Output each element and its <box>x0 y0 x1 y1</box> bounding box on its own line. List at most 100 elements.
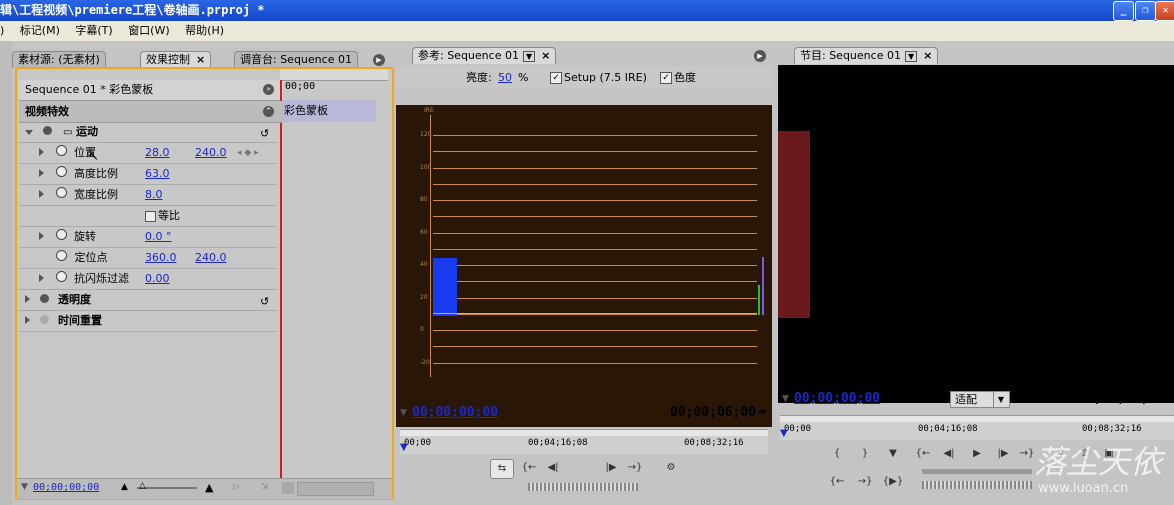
param-row-rotation[interactable]: 旋转 0.0 ° <box>19 227 277 248</box>
scrollbar-left[interactable] <box>282 482 294 494</box>
menu-help[interactable]: 帮助(H) <box>185 24 224 37</box>
minimize-button[interactable]: _ <box>1113 1 1134 21</box>
stopwatch-icon[interactable] <box>55 145 67 156</box>
step-forward-button[interactable]: |▶ <box>600 459 622 477</box>
expand-icon[interactable] <box>39 169 44 177</box>
step-back-button[interactable]: ◀| <box>938 445 960 463</box>
program-current-time[interactable]: 00;00;00;00 <box>794 391 880 406</box>
chroma-checkbox[interactable]: ✓ <box>660 72 672 84</box>
expand-icon[interactable] <box>39 274 44 282</box>
param-row-width-scale[interactable]: 宽度比例 8.0 <box>19 185 277 206</box>
reset-icon[interactable]: ↺ <box>260 292 269 312</box>
param-row-uniform-scale[interactable]: 等比 <box>19 206 277 227</box>
close-icon[interactable]: × <box>196 53 205 66</box>
fit-select[interactable]: 适配 ▼ <box>950 391 1010 408</box>
expand-icon[interactable] <box>39 232 44 240</box>
height-scale-value[interactable]: 63.0 <box>145 164 170 184</box>
scrollbar-track[interactable] <box>297 482 374 496</box>
work-area-bar[interactable] <box>780 416 1174 422</box>
anchor-y-value[interactable]: 240.0 <box>195 248 227 268</box>
go-to-in-button[interactable]: {← <box>518 459 540 477</box>
anchor-x-value[interactable]: 360.0 <box>145 248 177 268</box>
tab-program[interactable]: 节目: Sequence 01 ▼ × <box>794 47 939 64</box>
stopwatch-icon[interactable] <box>55 229 67 240</box>
panel-menu-icon[interactable]: ▶ <box>754 50 766 62</box>
dropdown-icon[interactable]: ▼ <box>904 51 918 62</box>
restore-button[interactable]: ❐ <box>1135 1 1156 21</box>
gang-sync-button[interactable]: ⇆ <box>490 459 514 479</box>
expand-icon[interactable]: ◂▸ <box>758 407 767 417</box>
stopwatch-icon[interactable] <box>55 271 67 282</box>
collapse-icon[interactable]: ^ <box>263 106 274 117</box>
param-row-anchor[interactable]: 定位点 360.0 240.0 <box>19 248 277 269</box>
reset-icon[interactable]: ↺ <box>260 124 269 144</box>
menu-window[interactable]: 窗口(W) <box>128 24 169 37</box>
play-audio-icon[interactable]: ▷ <box>233 482 240 492</box>
expand-icon[interactable] <box>39 190 44 198</box>
param-row-height-scale[interactable]: 高度比例 63.0 <box>19 164 277 185</box>
go-to-in-button[interactable]: {← <box>912 445 934 463</box>
panel-menu-icon[interactable]: ▶ <box>373 54 385 66</box>
output-settings-icon[interactable]: ⚙ <box>660 459 682 477</box>
zoom-slider-handle[interactable]: △ <box>139 481 146 491</box>
playhead-icon[interactable]: ▼ <box>780 428 788 439</box>
brightness-value[interactable]: 50 <box>498 67 512 89</box>
export-icon[interactable]: ⇲ <box>261 482 269 492</box>
fx-toggle-icon[interactable] <box>39 294 49 303</box>
menu-title[interactable]: 字幕(T) <box>75 24 112 37</box>
chevron-down-icon[interactable]: ▼ <box>993 392 1008 407</box>
fx-toggle-icon[interactable] <box>42 126 52 135</box>
expand-icon[interactable] <box>39 148 44 156</box>
jog-shuttle[interactable] <box>528 483 638 491</box>
play-in-to-out-button[interactable]: {▶} <box>882 473 904 491</box>
motion-row[interactable]: ▭ 运动 ↺ <box>19 122 277 143</box>
stopwatch-icon[interactable] <box>56 250 67 261</box>
current-time[interactable]: 00;00;00;00 <box>33 482 99 493</box>
stopwatch-icon[interactable] <box>55 187 67 198</box>
set-marker-button[interactable]: ▼ <box>882 445 904 463</box>
timeline-ruler[interactable] <box>280 69 388 81</box>
setup-checkbox[interactable]: ✓ <box>550 72 562 84</box>
close-icon[interactable]: × <box>923 49 932 62</box>
step-forward-button[interactable]: |▶ <box>992 445 1014 463</box>
jog-shuttle[interactable] <box>922 481 1032 489</box>
zoom-out-icon[interactable]: ▲ <box>121 482 128 492</box>
mark-out-button[interactable]: } <box>854 445 876 463</box>
zoom-slider[interactable] <box>137 487 197 489</box>
reference-current-time[interactable]: 00;00;00;00 <box>412 405 498 420</box>
tab-audio-mixer[interactable]: 调音台: Sequence 01 <box>234 51 358 68</box>
position-y-value[interactable]: 240.0 <box>195 143 227 163</box>
tab-effect-controls[interactable]: 效果控制 × <box>140 51 212 68</box>
expand-icon[interactable] <box>25 295 30 303</box>
stopwatch-icon[interactable] <box>55 166 67 177</box>
width-scale-value[interactable]: 8.0 <box>145 185 163 205</box>
expand-icon[interactable] <box>25 316 30 324</box>
antiflicker-value[interactable]: 0.00 <box>145 269 170 289</box>
show-timeline-icon[interactable]: » <box>263 84 274 95</box>
go-to-prev-marker-button[interactable]: {← <box>826 473 848 491</box>
rotation-value[interactable]: 0.0 ° <box>145 227 172 247</box>
expand-icon[interactable]: ◂ <box>1162 393 1167 403</box>
playhead-line[interactable] <box>280 80 282 484</box>
tab-reference[interactable]: 参考: Sequence 01 ▼ × <box>412 47 557 64</box>
go-to-out-button[interactable]: →} <box>624 459 646 477</box>
opacity-row[interactable]: 透明度 ↺ <box>19 290 277 311</box>
param-row-antiflicker[interactable]: 抗闪烁过滤 0.00 <box>19 269 277 290</box>
play-button[interactable]: ▶ <box>966 445 988 463</box>
expand-motion-icon[interactable] <box>25 130 33 135</box>
close-button[interactable]: ✕ <box>1155 1 1174 21</box>
zoom-in-icon[interactable]: ▲ <box>205 481 213 494</box>
shuttle-slider[interactable] <box>922 469 1032 474</box>
step-back-button[interactable]: ◀| <box>542 459 564 477</box>
position-x-value[interactable]: 28.0 <box>145 143 170 163</box>
program-video-display[interactable] <box>778 65 1174 403</box>
playhead-icon[interactable]: ▼ <box>400 442 408 453</box>
keyframe-nav-icon[interactable]: ◂ ◆ ▸ <box>237 143 259 163</box>
time-remap-row[interactable]: 时间重置 <box>19 311 277 332</box>
param-row-position[interactable]: 位置 28.0 240.0 ◂ ◆ ▸ ↖ <box>19 143 277 164</box>
fx-toggle-icon[interactable] <box>39 315 49 324</box>
close-icon[interactable]: × <box>541 49 550 62</box>
go-to-next-marker-button[interactable]: →} <box>854 473 876 491</box>
reference-time-ruler[interactable]: 00;00 00;04;16;08 00;08;32;16 ▼ <box>400 429 768 454</box>
section-video-effects[interactable]: 视频特效 ^ <box>19 101 283 123</box>
